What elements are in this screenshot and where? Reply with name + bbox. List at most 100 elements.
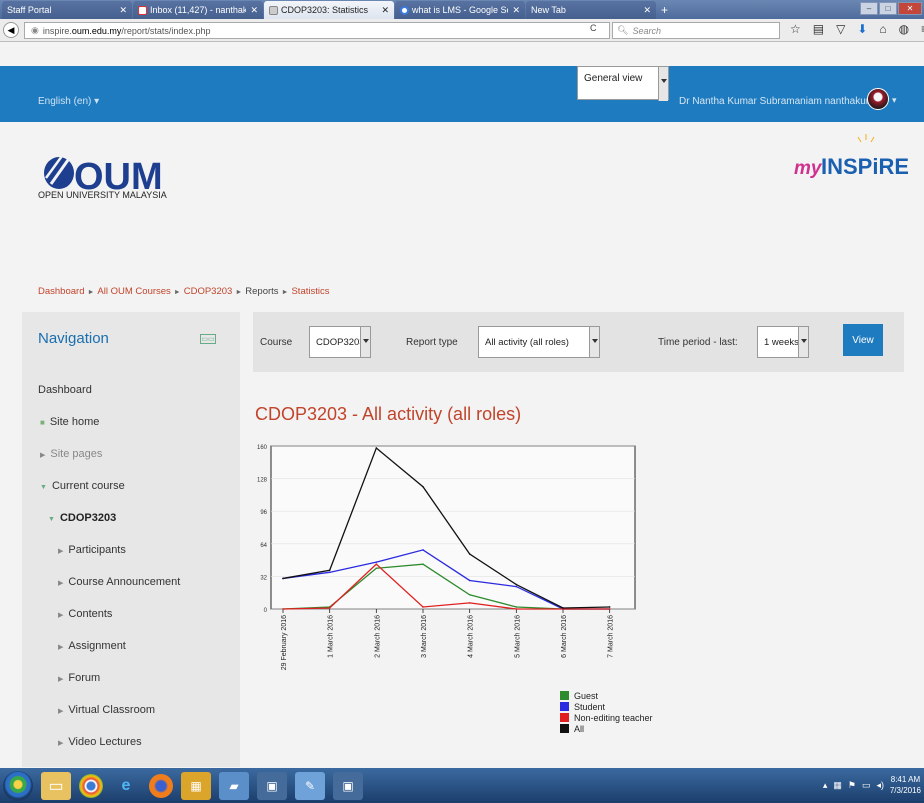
- chevron-right-icon: ▶: [58, 548, 64, 555]
- report-type-select[interactable]: All activity (all roles): [478, 326, 600, 358]
- file-explorer-icon[interactable]: ▭: [41, 771, 71, 800]
- time-period-label: Time period - last:: [658, 337, 738, 348]
- close-tab-icon[interactable]: ✕: [512, 5, 520, 16]
- legend-item-non-editing-teacher: Non-editing teacher: [560, 712, 653, 723]
- network-icon[interactable]: ▦: [833, 780, 842, 791]
- view-select[interactable]: General view: [577, 66, 669, 101]
- close-tab-icon[interactable]: ✕: [119, 5, 127, 16]
- monitor-icon[interactable]: ▭: [862, 780, 871, 791]
- myinspire-logo[interactable]: my INSPiRE: [790, 132, 908, 182]
- nav-item-course-cdop3203[interactable]: ▼ CDOP3203: [48, 512, 116, 524]
- start-button-icon[interactable]: [3, 770, 33, 801]
- data-point: [422, 549, 424, 551]
- nav-item-course-announcement[interactable]: ▶ Course Announcement: [58, 576, 180, 588]
- view-button[interactable]: View: [843, 324, 883, 356]
- legend-label: Student: [574, 701, 606, 712]
- y-tick-label: 0: [264, 608, 268, 614]
- chevron-right-icon: ▶: [40, 452, 46, 459]
- download-icon[interactable]: ⬇: [857, 22, 867, 36]
- browser-toolbar-icons: ☆ ▤ ▽ ⬇ ⌂ ◍ ≡: [790, 22, 924, 36]
- nav-item-label: Current course: [51, 480, 125, 492]
- close-tab-icon[interactable]: ✕: [381, 5, 389, 16]
- dock-block-icon[interactable]: ▭▭: [200, 334, 216, 344]
- address-bar[interactable]: ◉ inspire. oum.edu.my/report/stats/index.…: [24, 22, 610, 39]
- tab-label: Staff Portal: [7, 5, 52, 15]
- window-icon[interactable]: ▣: [257, 771, 287, 800]
- document-icon[interactable]: ▰: [219, 771, 249, 800]
- taskbar-clock[interactable]: 8:41 AM 7/3/2016: [890, 774, 921, 796]
- app-grid-icon[interactable]: ▦: [181, 771, 211, 800]
- chevron-down-icon: ▼: [40, 484, 47, 491]
- new-tab-plus-icon[interactable]: +: [661, 1, 668, 19]
- chrome-icon[interactable]: [79, 773, 103, 798]
- browser-search-input[interactable]: 🔍︎ Search: [612, 22, 780, 39]
- y-tick-label: 32: [260, 575, 267, 581]
- pocket-icon[interactable]: ▽: [836, 22, 845, 36]
- user-menu-caret-icon[interactable]: ▾: [892, 95, 897, 106]
- url-domain: oum.edu.my: [71, 25, 122, 36]
- nav-item-participants[interactable]: ▶ Participants: [58, 544, 126, 556]
- nav-item-assignment[interactable]: ▶ Assignment: [58, 640, 126, 652]
- course-label: Course: [260, 337, 293, 348]
- avatar[interactable]: [867, 88, 889, 110]
- data-point: [468, 593, 471, 596]
- nav-item-current-course[interactable]: ▼ Current course: [40, 480, 125, 492]
- browser-tab-staff-portal[interactable]: Staff Portal ✕: [2, 1, 132, 19]
- back-arrow-icon[interactable]: ◀: [3, 22, 19, 38]
- paint-icon[interactable]: ✎: [295, 771, 325, 800]
- course-select[interactable]: CDOP3203: [309, 326, 371, 358]
- chevron-down-icon: [360, 327, 370, 357]
- nav-item-contents[interactable]: ▶ Contents: [58, 608, 112, 620]
- nav-item-virtual-classroom[interactable]: ▶ Virtual Classroom: [58, 704, 155, 716]
- browser-tab-statistics[interactable]: CDOP3203: Statistics ✕: [264, 1, 394, 19]
- x-tick-label: 4 March 2016: [468, 615, 475, 658]
- tab-label: New Tab: [531, 5, 566, 15]
- oum-logo[interactable]: OUM: [38, 144, 168, 214]
- data-point: [328, 571, 331, 574]
- breadcrumb-separator-icon: ►: [173, 289, 181, 296]
- data-point: [422, 606, 424, 608]
- nav-item-video-lectures[interactable]: ▶ Video Lectures: [58, 736, 142, 748]
- flag-icon[interactable]: ⚑: [848, 780, 856, 791]
- firefox-icon[interactable]: [149, 773, 173, 798]
- browser-tab-new-tab[interactable]: New Tab ✕: [526, 1, 656, 19]
- legend-item-all: All: [560, 723, 653, 734]
- user-name[interactable]: Dr Nantha Kumar Subramaniam nanthakumar: [679, 96, 883, 107]
- volume-icon[interactable]: ◂): [876, 780, 884, 791]
- maximize-icon[interactable]: □: [879, 2, 897, 15]
- reading-list-icon[interactable]: ▤: [813, 22, 824, 36]
- chat-icon[interactable]: ◍: [899, 22, 909, 36]
- home-icon[interactable]: ⌂: [879, 22, 886, 36]
- close-tab-icon[interactable]: ✕: [643, 5, 651, 16]
- nav-item-site-pages[interactable]: ▶ Site pages: [40, 448, 102, 460]
- nav-item-site-home[interactable]: ■ Site home: [40, 416, 99, 428]
- breadcrumb-statistics[interactable]: Statistics: [291, 286, 329, 297]
- globe-icon: ◉: [31, 25, 39, 35]
- legend-swatch: [560, 724, 569, 733]
- clock-time: 8:41 AM: [890, 775, 921, 784]
- breadcrumb-dashboard[interactable]: Dashboard: [38, 286, 84, 297]
- window-close-icon[interactable]: ✕: [898, 2, 922, 15]
- close-tab-icon[interactable]: ✕: [250, 5, 258, 16]
- nav-item-forum[interactable]: ▶ Forum: [58, 672, 100, 684]
- bookmark-star-icon[interactable]: ☆: [790, 22, 801, 36]
- internet-explorer-icon[interactable]: e: [111, 772, 141, 800]
- nav-item-label: Contents: [68, 608, 113, 620]
- breadcrumb-course[interactable]: CDOP3203: [184, 286, 233, 297]
- chevron-right-icon: ▶: [58, 580, 64, 587]
- nav-item-label: Site home: [49, 416, 100, 428]
- reload-icon[interactable]: C: [590, 23, 597, 33]
- minimize-icon[interactable]: –: [860, 2, 878, 15]
- nav-item-dashboard[interactable]: Dashboard: [38, 384, 92, 396]
- time-period-select[interactable]: 1 weeks: [757, 326, 809, 358]
- browser-tab-inbox[interactable]: Inbox (11,427) - nanthaku... ✕: [133, 1, 263, 19]
- window-icon[interactable]: ▣: [333, 771, 363, 800]
- language-menu[interactable]: English (en) ▾: [38, 96, 99, 107]
- breadcrumb-all-courses[interactable]: All OUM Courses: [97, 286, 170, 297]
- search-placeholder: Search: [632, 25, 661, 36]
- breadcrumb-reports[interactable]: Reports: [245, 286, 278, 297]
- data-point: [328, 569, 331, 572]
- browser-tab-google-search[interactable]: what is LMS - Google Search ✕: [395, 1, 525, 19]
- report-type-value: All activity (all roles): [485, 337, 569, 348]
- tray-arrow-icon[interactable]: ▴: [823, 780, 828, 791]
